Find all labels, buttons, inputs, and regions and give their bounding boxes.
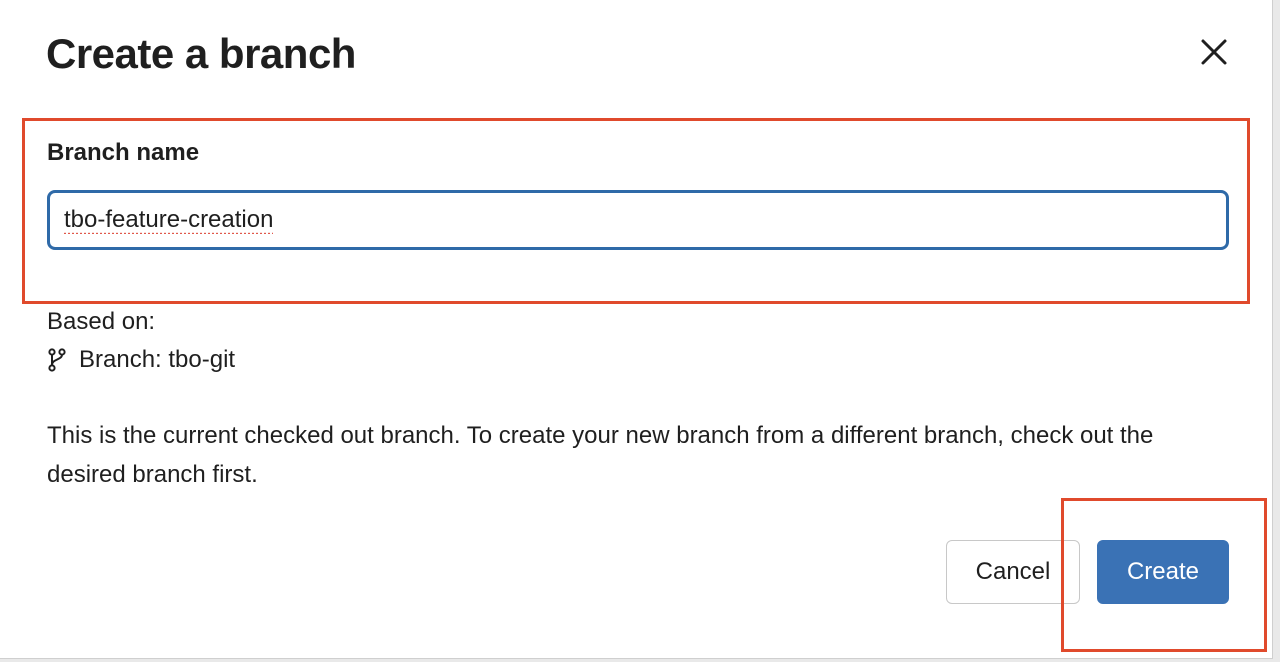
git-branch-icon <box>48 348 66 372</box>
dialog-title: Create a branch <box>46 30 356 77</box>
based-on-label: Based on: <box>47 308 156 335</box>
description-text: This is the current checked out branch. … <box>47 422 1154 488</box>
close-button[interactable] <box>1194 32 1234 72</box>
close-icon <box>1201 39 1227 65</box>
branch-name-input[interactable] <box>47 190 1229 250</box>
create-button[interactable]: Create <box>1097 540 1229 604</box>
based-on-branch: Branch: tbo-git <box>47 346 235 374</box>
branch-name-label: Branch name <box>47 139 200 166</box>
based-on-branch-text: Branch: tbo-git <box>79 346 236 373</box>
create-branch-dialog: Create a branch Branch name Based on: Br… <box>0 0 1273 659</box>
cancel-button[interactable]: Cancel <box>946 540 1080 604</box>
